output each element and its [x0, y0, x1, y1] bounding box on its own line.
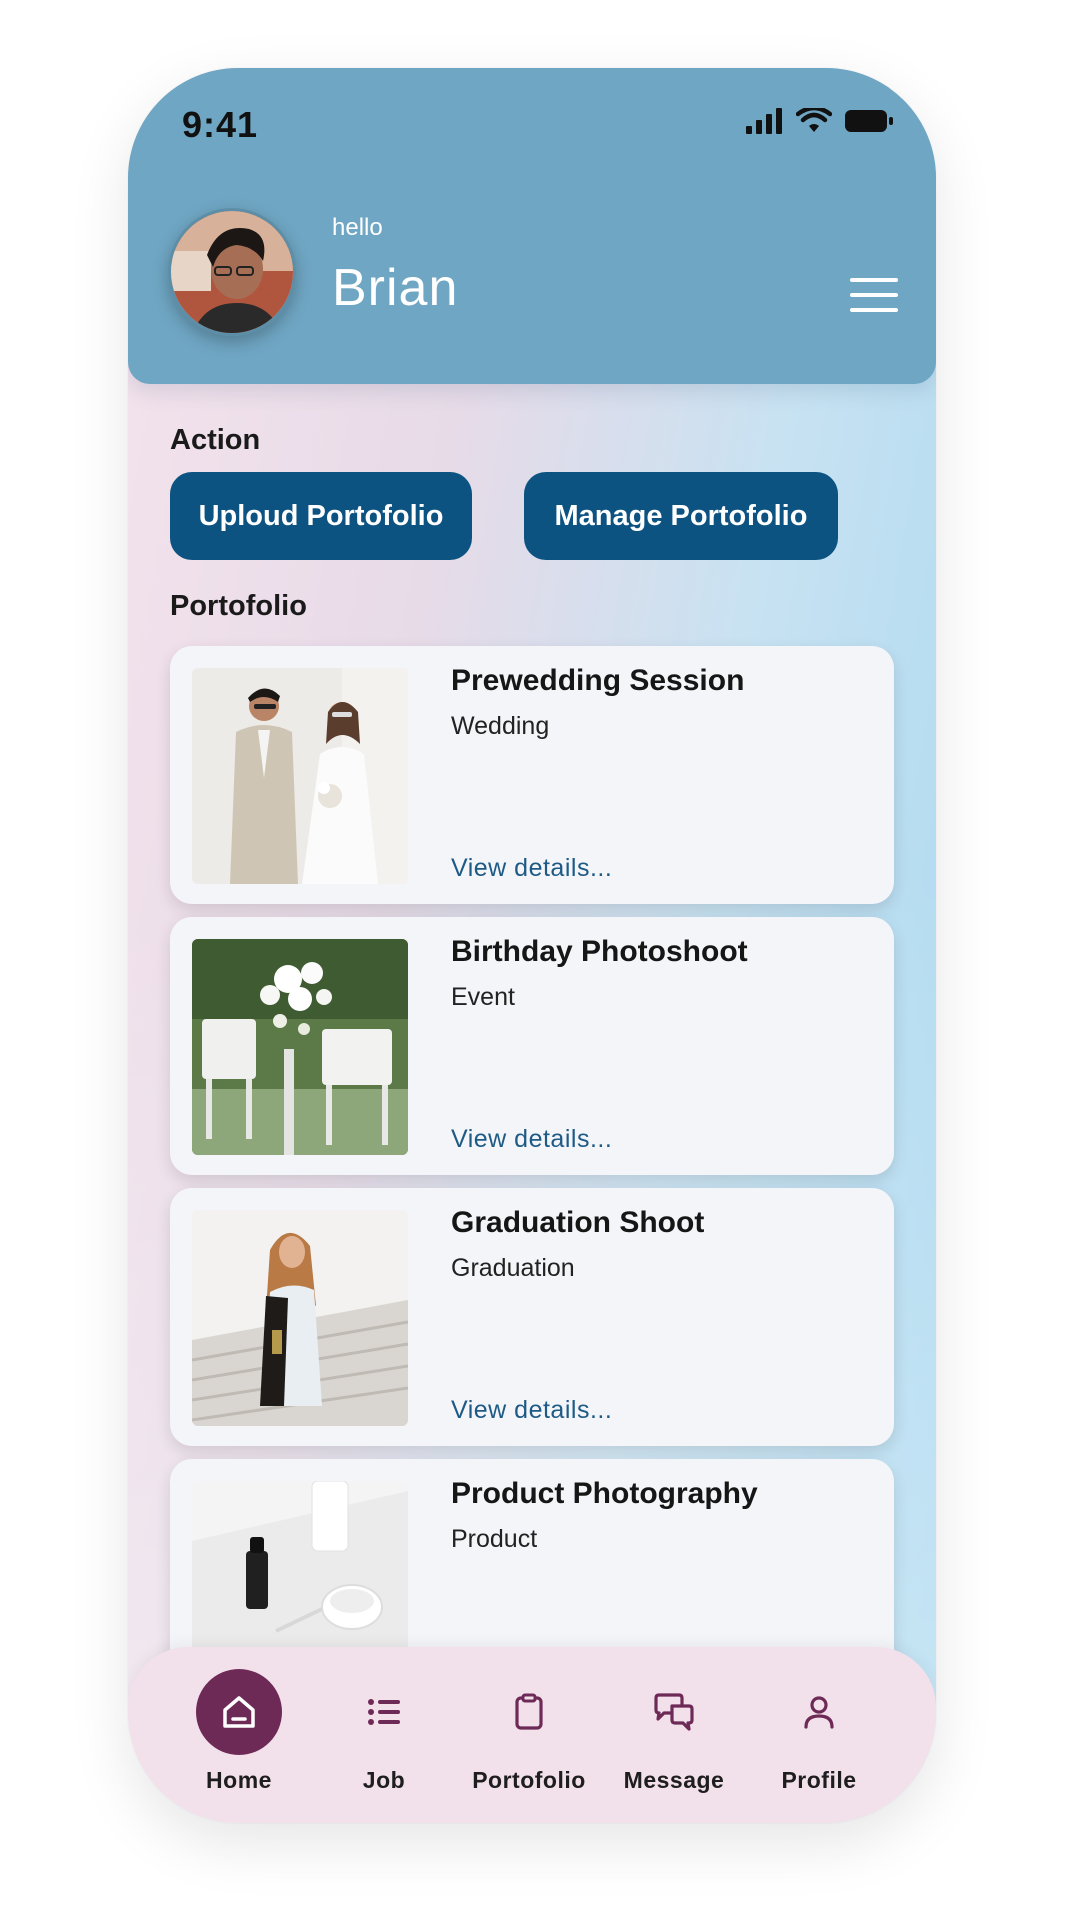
nav-item-message[interactable]: Message: [604, 1669, 744, 1809]
nav-item-portfolio[interactable]: Portofolio: [459, 1669, 599, 1809]
card-title: Birthday Photoshoot: [451, 935, 748, 968]
signal-icon: [746, 108, 782, 134]
phone-screen: 9:41 hello Brian Action Uploud Portofoli…: [128, 68, 936, 1823]
nav-item-profile[interactable]: Profile: [749, 1669, 889, 1809]
card-title: Product Photography: [451, 1477, 758, 1510]
user-name: Brian: [332, 259, 459, 317]
nav-label: Portofolio: [472, 1767, 586, 1793]
clipboard-icon: [486, 1669, 572, 1755]
portfolio-card[interactable]: Prewedding Session Wedding View details.…: [170, 646, 894, 904]
nav-item-job[interactable]: Job: [314, 1669, 454, 1809]
card-thumbnail: [192, 939, 408, 1155]
menu-icon[interactable]: [850, 278, 898, 318]
card-thumbnail: [192, 668, 408, 884]
upload-portfolio-button[interactable]: Uploud Portofolio: [170, 472, 472, 560]
nav-item-home[interactable]: Home: [169, 1669, 309, 1809]
portfolio-section-title: Portofolio: [170, 590, 307, 622]
user-avatar[interactable]: [168, 208, 296, 336]
card-category: Product: [451, 1525, 538, 1553]
card-category: Event: [451, 983, 515, 1011]
view-details-link[interactable]: View details...: [451, 1125, 612, 1154]
card-title: Prewedding Session: [451, 664, 745, 697]
greeting-text: hello: [332, 214, 383, 241]
manage-portfolio-button[interactable]: Manage Portofolio: [524, 472, 838, 560]
nav-label: Profile: [781, 1767, 857, 1793]
status-icons: [746, 108, 894, 134]
card-title: Graduation Shoot: [451, 1206, 705, 1239]
battery-icon: [845, 110, 893, 132]
app-header: 9:41 hello Brian: [128, 68, 936, 384]
list-icon: [341, 1669, 427, 1755]
status-time: 9:41: [182, 104, 259, 145]
view-details-link[interactable]: View details...: [451, 1396, 612, 1425]
nav-label: Home: [206, 1767, 272, 1793]
user-icon: [776, 1669, 862, 1755]
view-details-link[interactable]: View details...: [451, 854, 612, 883]
action-section-title: Action: [170, 424, 261, 456]
avatar-image: [171, 211, 293, 333]
home-icon: [196, 1669, 282, 1755]
wifi-icon: [796, 108, 832, 132]
nav-label: Message: [623, 1767, 725, 1793]
card-category: Graduation: [451, 1254, 575, 1282]
card-category: Wedding: [451, 712, 550, 740]
nav-label: Job: [362, 1767, 406, 1793]
chat-icon: [631, 1669, 717, 1755]
portfolio-card[interactable]: Birthday Photoshoot Event View details..…: [170, 917, 894, 1175]
portfolio-card[interactable]: Graduation Shoot Graduation View details…: [170, 1188, 894, 1446]
bottom-navigation: Home Job Portofolio Message Profile: [128, 1647, 936, 1823]
card-thumbnail: [192, 1210, 408, 1426]
